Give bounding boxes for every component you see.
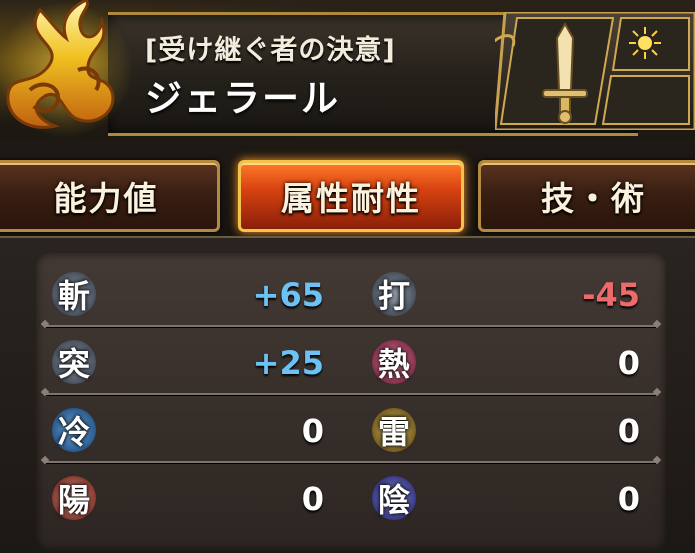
tab-ability-label: 能力値: [53, 179, 159, 218]
row-divider: [46, 461, 656, 463]
sun-burst-icon: [629, 27, 661, 59]
blunt-resistance-value: -45: [582, 276, 640, 314]
dark-resistance-value: 0: [617, 480, 640, 518]
light-icon: 陽: [52, 476, 96, 520]
heat-resistance-value: 0: [617, 344, 640, 382]
heat-icon: 熱: [372, 340, 416, 384]
character-title: [受け継ぐ者の決意]: [145, 35, 396, 66]
tab-skills[interactable]: 技・術: [478, 160, 695, 232]
character-header: [受け継ぐ者の決意] ジェラール: [0, 0, 695, 140]
flame-emblem-icon: [0, 0, 133, 138]
tab-attribute-resistance[interactable]: 属性耐性: [238, 160, 464, 232]
blunt-icon: 打: [372, 272, 416, 316]
slash-icon: 斬: [52, 272, 96, 316]
slash-resistance-value: +65: [252, 276, 324, 314]
tab-skills-label: 技・術: [541, 179, 646, 218]
cold-icon: 冷: [52, 408, 96, 452]
cold-resistance-value: 0: [301, 412, 324, 450]
tab-ability[interactable]: 能力値: [0, 160, 220, 232]
thunder-icon: 雷: [372, 408, 416, 452]
dark-icon: 陰: [372, 476, 416, 520]
sword-icon: [542, 21, 588, 124]
row-divider: [46, 325, 656, 327]
light-resistance-value: 0: [301, 480, 324, 518]
character-name: ジェラール: [145, 77, 340, 120]
thunder-resistance-value: 0: [617, 412, 640, 450]
tab-attribute-resistance-label: 属性耐性: [281, 179, 421, 218]
row-divider: [46, 393, 656, 395]
pierce-resistance-value: +25: [252, 344, 324, 382]
pierce-icon: 突: [52, 340, 96, 384]
